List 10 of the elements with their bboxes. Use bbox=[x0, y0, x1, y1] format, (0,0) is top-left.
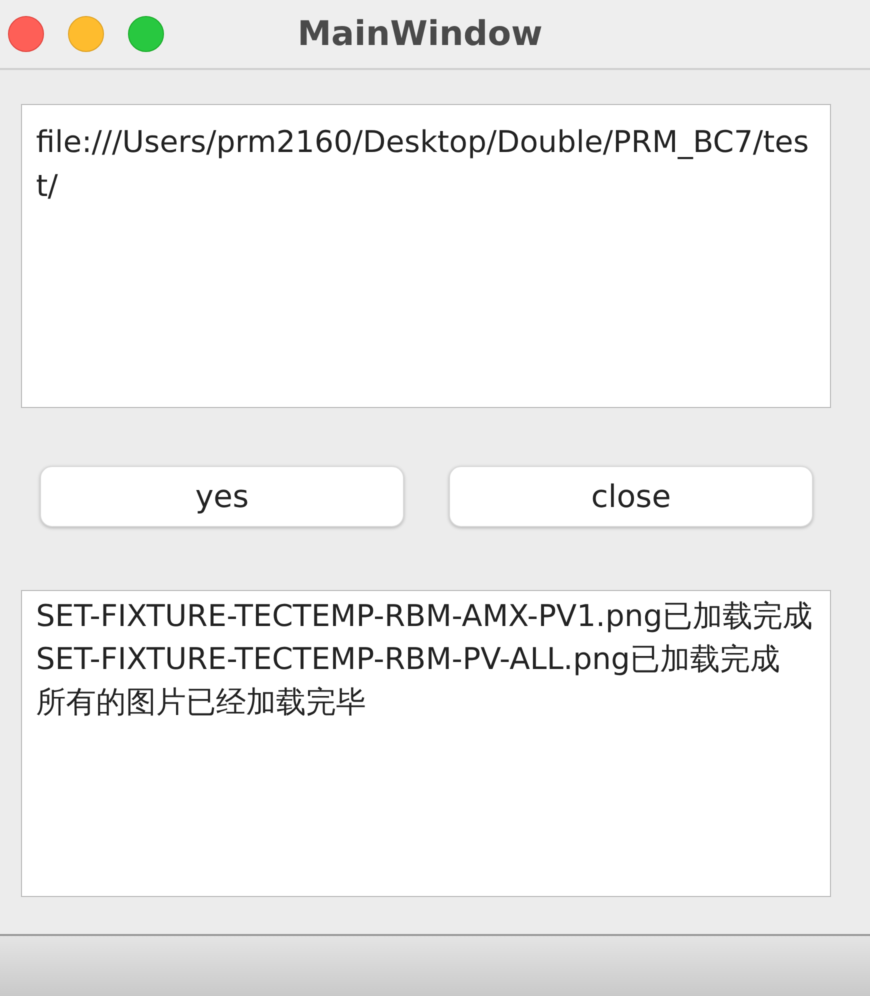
window-title: MainWindow bbox=[297, 14, 543, 54]
minimize-window-button[interactable] bbox=[68, 16, 104, 52]
path-field[interactable]: file:///Users/prm2160/Desktop/Double/PRM_BC7/test/ bbox=[21, 104, 831, 408]
log-line: SET-FIXTURE-TECTEMP-RBM-PV-ALL.png已加载完成 bbox=[36, 641, 782, 679]
zoom-window-button[interactable] bbox=[128, 16, 164, 52]
close-window-button[interactable] bbox=[8, 16, 44, 52]
close-button[interactable]: close bbox=[449, 466, 813, 527]
yes-button[interactable]: yes bbox=[40, 466, 404, 527]
log-line: 所有的图片已经加载完毕 bbox=[36, 684, 367, 722]
log-line: SET-FIXTURE-TECTEMP-RBM-AMX-PV1.png已加载完成 bbox=[36, 598, 814, 636]
